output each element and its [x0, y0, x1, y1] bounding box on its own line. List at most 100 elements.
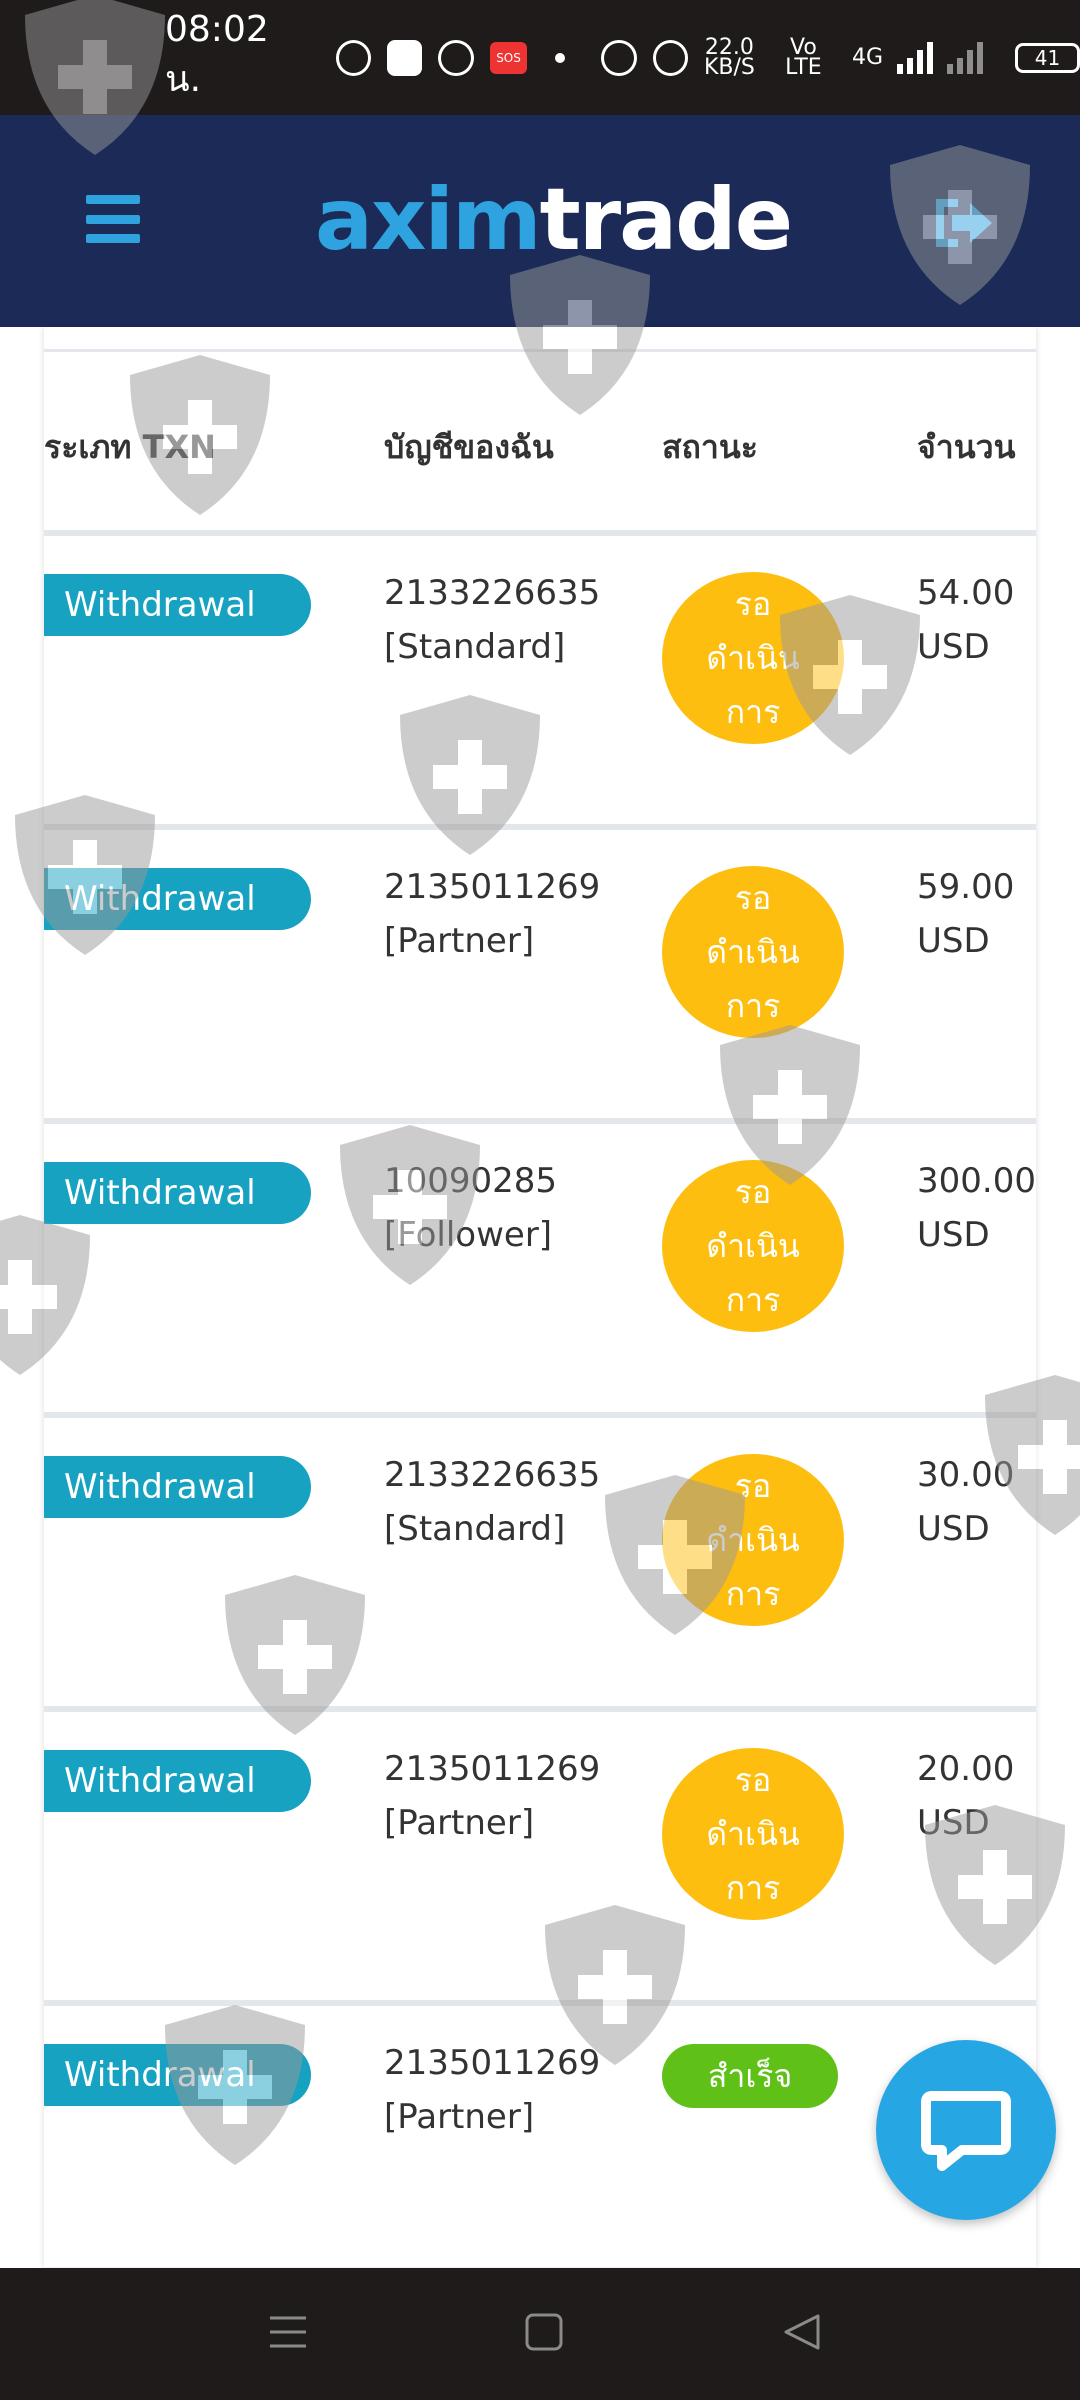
table-row[interactable]: Withdrawal 10090285 [Follower] รอ ดำเนิน…	[44, 1124, 1036, 1418]
status-line: ดำเนิน	[706, 639, 800, 677]
amount-cell: 59.00 USD	[917, 860, 1014, 968]
mute-icon	[652, 39, 688, 76]
status-line: ดำเนิน	[706, 1227, 800, 1265]
signal-icon	[897, 41, 934, 74]
network-speed: 22.0 KB/S	[703, 36, 755, 80]
amount-cell: 20.00 USD	[917, 1742, 1014, 1850]
status-line: การ	[725, 1575, 781, 1613]
amount-cell: 300.00 USD	[917, 1154, 1036, 1262]
signal-2-icon	[947, 41, 984, 74]
account-type: [Partner]	[384, 2097, 535, 2137]
status-time: 08:02 น.	[165, 8, 269, 100]
logout-icon[interactable]	[930, 195, 994, 251]
account-type: [Standard]	[384, 627, 566, 667]
battery-icon: 41	[1015, 42, 1080, 73]
back-icon[interactable]	[782, 2312, 822, 2352]
amount-currency: USD	[917, 627, 990, 667]
battery-level: 41	[1034, 45, 1061, 70]
recent-apps-icon[interactable]	[268, 2312, 308, 2352]
account-cell: 2133226635 [Standard]	[384, 1448, 600, 1556]
status-bar: 08:02 น. SOS 22.0 KB/S Vo LTE 4G 41	[0, 0, 1080, 115]
amount-value: 54.00	[917, 573, 1015, 613]
app-header: aximtrade	[0, 115, 1080, 327]
account-cell: 2135011269 [Partner]	[384, 860, 600, 968]
home-icon[interactable]	[524, 2312, 564, 2352]
account-cell: 2135011269 [Partner]	[384, 1742, 600, 1850]
txn-type-badge: Withdrawal	[44, 1162, 311, 1224]
amount-value: 30.00	[917, 1455, 1015, 1495]
hamburger-icon[interactable]	[86, 195, 140, 243]
screen-recorder-icon	[335, 39, 372, 76]
txn-type-badge: Withdrawal	[44, 1750, 311, 1812]
status-line: รอ	[734, 585, 772, 623]
table-row[interactable]: Withdrawal 2135011269 [Partner] รอ ดำเนิ…	[44, 830, 1036, 1124]
logo: aximtrade	[315, 165, 793, 275]
chat-bubble-icon	[921, 2091, 1011, 2171]
amount-currency: USD	[917, 1509, 990, 1549]
amount-currency: USD	[917, 1215, 990, 1255]
sos-icon: SOS	[489, 41, 528, 74]
txn-type-badge: Withdrawal	[44, 574, 311, 636]
status-line: การ	[725, 1281, 781, 1319]
photos-app-icon	[387, 39, 423, 76]
network-type: 4G	[852, 44, 884, 70]
table-top-divider	[44, 349, 1036, 352]
status-badge-success: สำเร็จ	[662, 2044, 838, 2108]
col-my-account: บัญชีของฉัน	[384, 428, 554, 466]
account-number: 2135011269	[384, 867, 601, 907]
txn-type-badge: Withdrawal	[44, 868, 311, 930]
status-line: การ	[725, 1869, 781, 1907]
amount-value: 20.00	[917, 1749, 1015, 1789]
amount-currency: USD	[917, 1803, 990, 1843]
status-line: รอ	[734, 879, 772, 917]
account-number: 2135011269	[384, 2043, 601, 2083]
account-type: [Partner]	[384, 921, 535, 961]
txn-type-badge: Withdrawal	[44, 1456, 311, 1518]
status-line: ดำเนิน	[706, 1815, 800, 1853]
logo-part1: axim	[315, 170, 542, 270]
table-header: ระเภท TXN บัญชีของฉัน สถานะ จำนวน	[44, 422, 1036, 472]
account-number: 2135011269	[384, 1749, 601, 1789]
status-line: การ	[725, 987, 781, 1025]
status-badge-pending: รอ ดำเนิน การ	[662, 1748, 844, 1920]
table-row[interactable]: Withdrawal 2133226635 [Standard] รอ ดำเน…	[44, 1418, 1036, 1712]
system-nav-bar	[0, 2268, 1080, 2400]
facebook-icon	[438, 39, 474, 76]
amount-value: 300.00	[917, 1161, 1036, 1201]
account-number: 2133226635	[384, 1455, 601, 1495]
amount-currency: USD	[917, 921, 990, 961]
logo-part2: trade	[539, 170, 793, 270]
account-cell: 10090285 [Follower]	[384, 1154, 557, 1262]
account-cell: 2133226635 [Standard]	[384, 566, 600, 674]
col-amount: จำนวน	[917, 428, 1016, 466]
status-line: รอ	[734, 1173, 772, 1211]
table-row[interactable]: Withdrawal 2133226635 [Standard] รอ ดำเน…	[44, 536, 1036, 830]
status-badge-pending: รอ ดำเนิน การ	[662, 1160, 844, 1332]
status-line: ดำเนิน	[706, 1521, 800, 1559]
table-row[interactable]: Withdrawal 2135011269 [Partner] รอ ดำเนิ…	[44, 1712, 1036, 2006]
amount-value: 59.00	[917, 867, 1015, 907]
status-badge-pending: รอ ดำเนิน การ	[662, 572, 844, 744]
account-cell: 2135011269 [Partner]	[384, 2036, 600, 2144]
status-line: รอ	[734, 1761, 772, 1799]
account-type: [Partner]	[384, 1803, 535, 1843]
volte-label: Vo LTE	[785, 34, 822, 80]
notification-dot-icon	[555, 52, 566, 63]
status-line: รอ	[734, 1467, 772, 1505]
chat-button[interactable]	[876, 2040, 1056, 2220]
col-txn-type: ระเภท TXN	[44, 428, 216, 466]
network-speed-unit: KB/S	[703, 54, 755, 80]
txn-type-badge: Withdrawal	[44, 2044, 311, 2106]
amount-cell: 30.00 USD	[917, 1448, 1014, 1556]
account-number: 10090285	[384, 1161, 558, 1201]
account-number: 2133226635	[384, 573, 601, 613]
alarm-icon	[601, 39, 637, 76]
transaction-table: ระเภท TXN บัญชีของฉัน สถานะ จำนวน Withdr…	[44, 327, 1036, 2267]
status-badge-pending: รอ ดำเนิน การ	[662, 866, 844, 1038]
col-status: สถานะ	[662, 428, 758, 466]
account-type: [Follower]	[384, 1215, 553, 1255]
status-line: การ	[725, 693, 781, 731]
status-badge-pending: รอ ดำเนิน การ	[662, 1454, 844, 1626]
status-line: ดำเนิน	[706, 933, 800, 971]
account-type: [Standard]	[384, 1509, 566, 1549]
